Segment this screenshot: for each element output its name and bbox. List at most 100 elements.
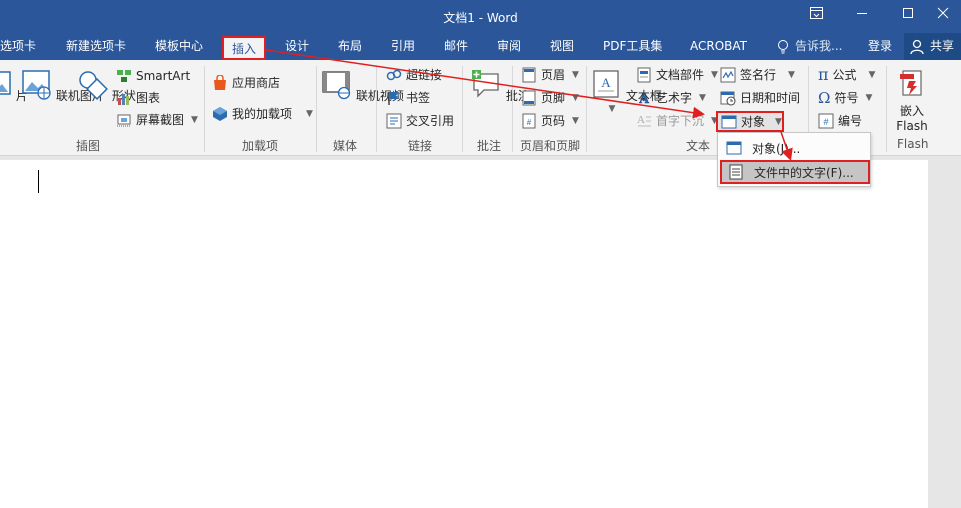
quick-parts-button[interactable]: 文档部件 ▼ [636,65,718,85]
group-label-illustrations: 插图 [76,139,101,153]
flash-icon [900,70,922,96]
number-icon: # [818,113,834,129]
group-label-links: 链接 [408,139,433,153]
page-number-button[interactable]: # 页码 ▼ [521,111,579,131]
cross-reference-button[interactable]: 交叉引用 [386,111,454,131]
pictures-button[interactable]: 片 [0,68,28,104]
group-divider [316,66,317,152]
tab-review[interactable]: 审阅 [497,33,521,60]
tab-design[interactable]: 设计 [285,33,309,60]
footer-icon [522,90,536,106]
object-button[interactable]: 对象 ▼ [716,111,784,132]
svg-text:#: # [823,117,828,127]
svg-text:A: A [639,92,650,106]
title-bar: 文档1 - Word [0,0,961,33]
chart-button[interactable]: 图表 [116,88,160,108]
text-box-icon: A [593,70,619,98]
addins-icon [213,107,227,121]
comment-icon [472,70,499,98]
group-label-flash: Flash [897,137,929,151]
tab-acrobat[interactable]: ACROBAT [690,33,747,60]
equation-button[interactable]: π 公式 ▼ [818,65,875,85]
group-divider [376,66,377,152]
symbol-button[interactable]: Ω 符号 ▼ [818,88,872,108]
group-label-text: 文本 [686,139,711,153]
text-box-button[interactable]: A 文本框 ▼ [590,68,662,114]
tab-references[interactable]: 引用 [391,33,415,60]
footer-button[interactable]: 页脚 ▼ [521,88,579,108]
tab-template-center[interactable]: 模板中心 [155,33,203,60]
tab-mailings[interactable]: 邮件 [444,33,468,60]
my-addins-button[interactable]: 我的加载项 ▼ [212,104,313,124]
embed-flash-button[interactable]: 嵌入 Flash [892,68,932,134]
bookmark-icon [388,92,399,105]
tell-me-placeholder: 告诉我... [795,39,843,53]
svg-text:A: A [637,114,645,126]
hyperlink-button[interactable]: 超链接 [386,65,442,85]
drop-cap-icon: A [637,114,651,127]
tab-pdf-tools[interactable]: PDF工具集 [603,33,662,60]
menu-item-object[interactable]: 对象(J)... [720,136,870,160]
online-picture-icon [22,70,51,100]
hyperlink-icon [386,69,402,81]
store-button[interactable]: 应用商店 [212,73,280,93]
date-time-button[interactable]: 日期和时间 [720,88,800,108]
tab-view[interactable]: 视图 [550,33,574,60]
lightbulb-icon [778,39,788,53]
share-label: 共享 [930,39,955,53]
store-icon [214,75,226,90]
ribbon-display-options-icon[interactable] [793,0,839,33]
login-link[interactable]: 登录 [868,33,892,60]
close-icon[interactable] [925,0,961,33]
group-label-media: 媒体 [333,139,358,153]
online-video-button[interactable]: 联机视频 [320,68,404,104]
group-label-comments: 批注 [477,139,502,153]
share-button[interactable]: 共享 [904,33,961,60]
text-file-icon [729,164,743,180]
person-icon [910,39,924,54]
smartart-button[interactable]: SmartArt [116,66,190,86]
tab-options[interactable]: 选项卡 [0,33,36,60]
group-divider [512,66,513,152]
tab-new-tab[interactable]: 新建选项卡 [66,33,126,60]
object-icon [721,115,737,128]
ribbon-tab-bar: 选项卡 新建选项卡 模板中心 插入 设计 布局 引用 邮件 审阅 视图 PDF工… [0,33,961,60]
online-pictures-button[interactable]: 联机图片 [20,68,104,104]
object-window-icon [726,141,742,155]
pi-icon: π [818,65,829,84]
bookmark-button[interactable]: 书签 [386,88,430,108]
screenshot-button[interactable]: 屏幕截图 ▼ [116,110,198,130]
object-dropdown-menu: 对象(J)... 文件中的文字(F)... [717,132,871,187]
document-area [0,157,961,508]
vertical-scrollbar[interactable] [929,157,961,508]
tab-layout[interactable]: 布局 [338,33,362,60]
tab-insert[interactable]: 插入 [222,36,267,60]
calendar-icon [720,91,736,106]
comment-button[interactable]: 批注 [470,68,530,104]
shapes-icon [79,71,108,100]
header-icon [522,67,536,83]
group-divider [204,66,205,152]
chart-icon [118,94,129,105]
header-button[interactable]: 页眉 ▼ [521,65,579,85]
drop-cap-button[interactable]: A 首字下沉 ▼ [636,111,718,131]
group-label-addins: 加载项 [242,139,279,153]
group-divider [586,66,587,152]
page-number-icon: # [522,113,536,129]
picture-icon [0,71,11,95]
svg-text:A: A [601,75,611,90]
document-page[interactable] [0,160,928,508]
shapes-button[interactable]: 形状 [76,68,136,104]
quick-parts-icon [637,67,651,83]
number-button[interactable]: # 编号 [818,111,862,131]
group-divider [462,66,463,152]
wordart-button[interactable]: A 艺术字 ▼ [636,88,706,108]
signature-icon [720,67,736,83]
group-label-header-footer: 页眉和页脚 [520,139,581,153]
menu-item-text-from-file[interactable]: 文件中的文字(F)... [720,160,870,184]
signature-line-button[interactable]: 签名行 ▼ [720,65,795,85]
tell-me-box[interactable]: 告诉我... [775,33,842,60]
smartart-icon [117,70,131,82]
cross-reference-icon [386,113,402,129]
minimize-icon[interactable] [839,0,885,33]
